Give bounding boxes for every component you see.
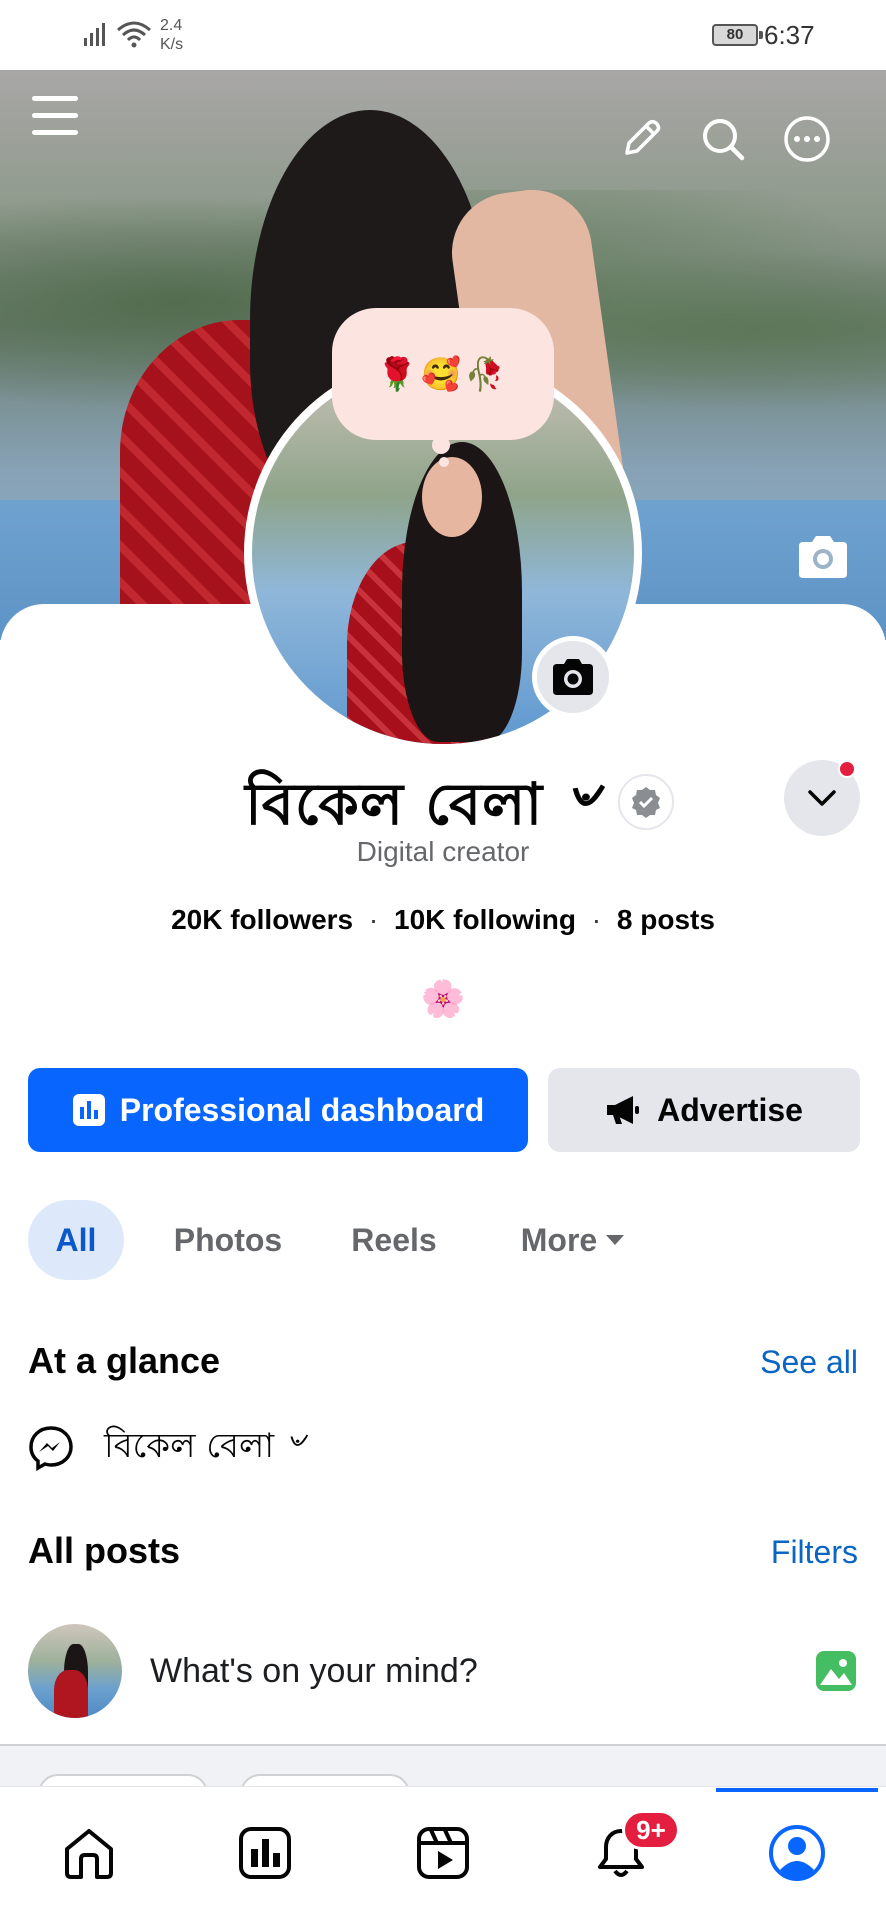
nav-dashboard[interactable] xyxy=(230,1818,300,1888)
tab-more[interactable]: More xyxy=(498,1200,648,1280)
professional-dashboard-label: Professional dashboard xyxy=(119,1091,485,1128)
wifi-icon xyxy=(117,21,151,48)
posts-count[interactable]: 8 posts xyxy=(617,904,715,935)
followers-count[interactable]: 20K followers xyxy=(171,904,353,935)
tab-all[interactable]: All xyxy=(28,1200,124,1280)
note-bubble[interactable]: 🌹🥰🥀 xyxy=(332,308,554,440)
profile-category: Digital creator xyxy=(356,836,530,867)
profile-photo-face xyxy=(422,457,482,537)
dashboard-nav-icon xyxy=(239,1827,291,1879)
cover-camera-icon[interactable] xyxy=(794,528,852,586)
nav-active-indicator xyxy=(716,1788,878,1792)
chevron-down-icon xyxy=(808,790,836,806)
edit-icon[interactable] xyxy=(614,112,668,166)
notification-dot xyxy=(838,760,856,778)
following-count[interactable]: 10K following xyxy=(394,904,576,935)
nav-profile[interactable] xyxy=(762,1818,832,1888)
verified-icon[interactable] xyxy=(618,774,674,830)
search-icon[interactable] xyxy=(696,112,750,166)
network-speed-value: 2.4 xyxy=(160,17,183,34)
avatar[interactable] xyxy=(28,1624,122,1718)
post-composer[interactable]: What's on your mind? xyxy=(28,1624,858,1718)
all-posts-title: All posts xyxy=(28,1530,181,1571)
profile-stats: 20K followers · 10K following · 8 posts xyxy=(0,904,886,936)
tab-photos[interactable]: Photos xyxy=(148,1200,308,1280)
photo-icon[interactable] xyxy=(814,1649,858,1693)
see-all-link[interactable]: See all xyxy=(760,1344,858,1381)
caret-down-icon xyxy=(606,1235,625,1245)
more-icon[interactable] xyxy=(780,112,834,166)
advertise-button[interactable]: Advertise xyxy=(548,1068,860,1152)
notification-badge: 9+ xyxy=(622,1810,680,1850)
stats-separator: · xyxy=(368,904,379,935)
battery-indicator: 80 xyxy=(712,24,763,46)
at-a-glance-title: At a glance xyxy=(28,1340,221,1381)
messenger-row[interactable]: বিকেল বেলা ৺ xyxy=(28,1424,306,1472)
messenger-name: বিকেল বেলা ৺ xyxy=(104,1425,306,1466)
video-icon xyxy=(417,1827,469,1879)
nav-home[interactable] xyxy=(54,1818,124,1888)
network-speed: 2.4 K/s xyxy=(160,16,183,54)
note-bubble-tail-small xyxy=(439,457,449,467)
bio-emoji: 🌸 xyxy=(420,978,466,1019)
stats-separator: · xyxy=(591,904,602,935)
status-bar: 2.4 K/s 80 6:37 xyxy=(0,0,886,70)
megaphone-icon xyxy=(607,1096,640,1124)
profile-camera-icon[interactable] xyxy=(532,636,614,718)
messenger-icon xyxy=(29,1426,73,1471)
advertise-label: Advertise xyxy=(657,1091,803,1128)
network-speed-unit: K/s xyxy=(160,36,184,53)
composer-placeholder[interactable]: What's on your mind? xyxy=(150,1652,814,1691)
note-bubble-tail xyxy=(432,436,450,454)
menu-icon[interactable] xyxy=(30,90,82,142)
cellular-signal-icon xyxy=(84,23,105,46)
professional-dashboard-button[interactable]: Professional dashboard xyxy=(28,1068,528,1152)
clock: 6:37 xyxy=(764,20,815,50)
dashboard-icon xyxy=(72,1094,105,1126)
nav-video[interactable] xyxy=(408,1818,478,1888)
filters-link[interactable]: Filters xyxy=(771,1534,858,1571)
profile-icon xyxy=(769,1825,825,1881)
tab-reels[interactable]: Reels xyxy=(328,1200,460,1280)
tab-more-label: More xyxy=(520,1221,598,1258)
home-icon xyxy=(65,1829,113,1879)
